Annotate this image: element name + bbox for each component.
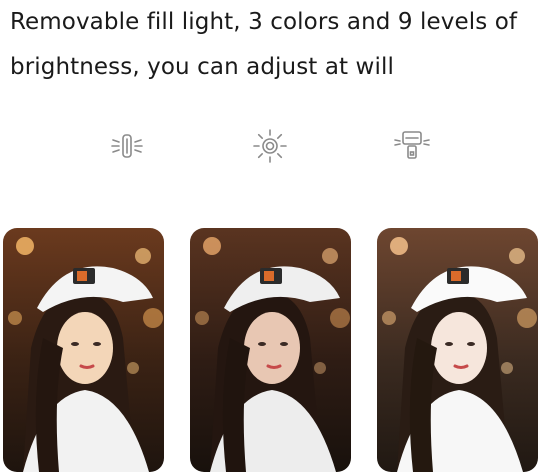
warm-light-photo — [3, 228, 164, 472]
headline: Removable fill light, 3 colors and 9 lev… — [10, 0, 538, 90]
headline-line-2: brightness, you can adjust at will — [10, 54, 394, 80]
cool-light-photo — [377, 228, 538, 472]
headline-line-1: Removable fill light, 3 colors and 9 lev… — [10, 9, 518, 35]
tube-light-icon — [107, 126, 147, 166]
neutral-light-photo — [190, 228, 351, 472]
sun-brightness-icon — [250, 126, 290, 166]
clip-light-icon — [392, 126, 432, 166]
